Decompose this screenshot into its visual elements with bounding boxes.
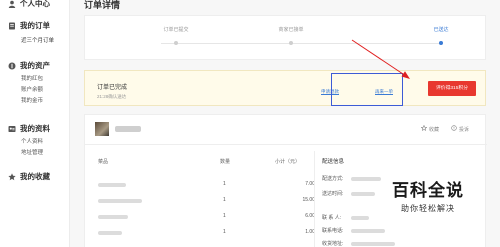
complaint-label: 投诉: [459, 126, 470, 133]
delivery-time-label: 送达时间:: [322, 191, 344, 197]
phone-label: 联系电话:: [322, 228, 344, 234]
phone-blurred: [351, 229, 385, 233]
step-label: 订单已提交: [163, 27, 189, 33]
status-title: 订单已完成: [97, 85, 128, 91]
step-dot: [289, 41, 293, 45]
watermark-title: 百科全说: [392, 176, 470, 201]
shipping-method-label: 配送方式:: [322, 176, 344, 182]
sidebar-my-assets[interactable]: 我的资产: [8, 60, 50, 71]
sidebar: 个人中心 我的订单 近三个月订单 我的资产 我的红包 账户余额 我的金币 我的资…: [0, 0, 70, 247]
sidebar-item-address[interactable]: 地址管理: [21, 148, 43, 156]
step-dot: [439, 41, 443, 45]
address-label: 收货地址:: [322, 241, 344, 247]
sidebar-my-profile[interactable]: 我的资料: [8, 123, 50, 134]
dish-subtotal: 15.00: [302, 197, 315, 203]
dish-name-blurred: [98, 199, 142, 203]
favorite-label: 收藏: [429, 126, 440, 133]
order-status-banner: 订单已完成 21:28确认送达 申请退款 再来一单 评价得315积分: [84, 70, 486, 106]
step-dot: [174, 41, 178, 45]
star-outline-icon: [420, 124, 428, 133]
dish-subtotal: 1.00: [305, 229, 315, 235]
sidebar-personal-center-label: 个人中心: [20, 0, 50, 8]
sidebar-personal-center[interactable]: 个人中心: [8, 0, 50, 9]
step-accepted: 商家已接单: [256, 26, 326, 45]
sidebar-my-orders-label: 我的订单: [20, 21, 50, 30]
sidebar-item-recent-orders[interactable]: 近三个月订单: [21, 36, 54, 44]
col-header-qty: 数量: [220, 159, 231, 165]
step-label: 已送达: [433, 27, 449, 33]
address-blurred: [351, 242, 395, 246]
sidebar-my-favorites-label: 我的收藏: [20, 172, 50, 181]
order-progress: 订单已提交 商家已接单 已送达: [84, 15, 486, 60]
shop-name-blurred[interactable]: [115, 126, 141, 132]
progress-line: [161, 43, 441, 44]
delivery-time-blurred: [351, 192, 375, 196]
user-icon: [8, 0, 16, 8]
wallet-icon: [8, 62, 16, 70]
sidebar-item-personal-info[interactable]: 个人资料: [21, 137, 43, 145]
contact-blurred: [351, 216, 369, 220]
sidebar-my-profile-label: 我的资料: [20, 124, 50, 133]
sidebar-my-orders[interactable]: 我的订单: [8, 20, 50, 31]
col-header-dish: 菜品: [98, 159, 109, 165]
star-icon: [8, 172, 16, 181]
dish-qty: 1: [223, 197, 226, 203]
dish-name-blurred: [98, 215, 128, 219]
dish-qty: 1: [223, 229, 226, 235]
complaint-icon: [451, 125, 457, 133]
sidebar-my-assets-label: 我的资产: [20, 61, 50, 70]
sidebar-my-favorites[interactable]: 我的收藏: [8, 171, 50, 182]
shipping-method-blurred: [351, 177, 381, 181]
order-icon: [8, 22, 16, 30]
status-delivery-time: 21:28确认送达: [97, 94, 127, 99]
shipping-title: 配送信息: [322, 159, 345, 165]
dish-name-blurred: [98, 183, 126, 187]
watermark-logo: 百科全说 助你轻松解决: [392, 176, 470, 214]
divider: [85, 144, 487, 145]
step-submitted: 订单已提交: [141, 26, 211, 45]
col-header-subtotal: 小计（元）: [275, 159, 301, 165]
watermark-title-text: 百科全说: [392, 181, 464, 200]
favorite-button[interactable]: 收藏: [420, 124, 440, 133]
sidebar-item-coins[interactable]: 我的金币: [21, 96, 43, 104]
dish-qty: 1: [223, 181, 226, 187]
step-delivered: 已送达: [406, 26, 476, 45]
profile-icon: [8, 125, 16, 133]
sidebar-item-balance[interactable]: 账户余额: [21, 85, 43, 93]
sidebar-item-red-packets[interactable]: 我的红包: [21, 74, 43, 82]
dish-subtotal: 7.00: [305, 181, 315, 187]
complaint-button[interactable]: 投诉: [451, 125, 469, 133]
dish-subtotal: 6.00: [305, 213, 315, 219]
step-label: 商家已接单: [278, 27, 304, 33]
review-button[interactable]: 评价得315积分: [428, 81, 476, 96]
dish-qty: 1: [223, 213, 226, 219]
watermark-subtitle: 助你轻松解决: [401, 204, 455, 213]
contact-label: 联 系 人:: [322, 215, 342, 221]
dish-name-blurred: [98, 231, 122, 235]
page-title: 订单详情: [84, 0, 121, 10]
refund-link[interactable]: 申请退款: [321, 89, 339, 95]
shop-avatar[interactable]: [95, 122, 109, 136]
column-divider: [314, 151, 315, 247]
reorder-link[interactable]: 再来一单: [375, 89, 393, 95]
